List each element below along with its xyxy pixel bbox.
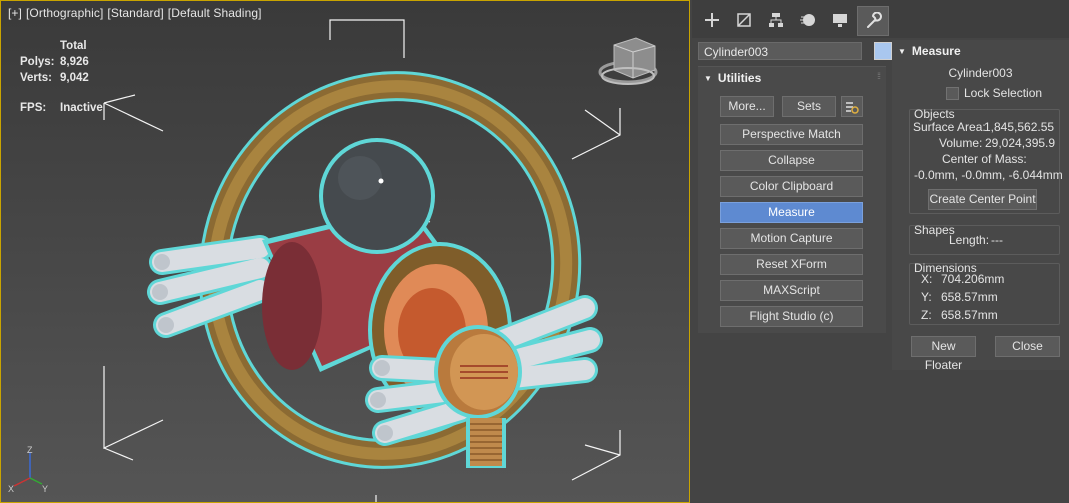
utility-button-flight-studio-c[interactable]: Flight Studio (c)	[720, 306, 863, 327]
display-icon	[833, 14, 847, 27]
stats-header: Total	[60, 40, 87, 52]
polys-value: 8,926	[60, 56, 89, 68]
motion-icon	[800, 14, 815, 26]
utility-button-measure[interactable]: Measure	[720, 202, 863, 223]
utilities-tab[interactable]	[857, 6, 889, 36]
object-color-swatch[interactable]	[874, 42, 892, 60]
utility-button-collapse[interactable]: Collapse	[720, 150, 863, 171]
viewport-menu-plus[interactable]: [+]	[8, 6, 22, 20]
modify-tab[interactable]	[729, 6, 759, 34]
fps-value: Inactive	[60, 102, 103, 114]
dim-x-value: 704.206mm	[941, 272, 1005, 286]
axis-x-label: X	[8, 484, 15, 494]
spring-coil	[466, 418, 506, 468]
utilities-title: Utilities	[717, 71, 762, 85]
length-value: ---	[991, 233, 1003, 247]
measure-rollout: ▼ Measure Cylinder003 Lock Selection Obje…	[892, 40, 1069, 372]
axis-z-label: Z	[27, 445, 33, 455]
collapse-arrow-icon: ▼	[898, 47, 906, 56]
left-tubes	[147, 235, 273, 338]
utility-button-motion-capture[interactable]: Motion Capture	[720, 228, 863, 249]
hierarchy-icon	[769, 13, 783, 27]
modify-icon	[737, 13, 751, 27]
lock-selection-checkbox[interactable]	[946, 86, 959, 100]
create-center-point-button[interactable]: Create Center Point	[928, 189, 1037, 210]
fps-readout: FPS: Inactive	[20, 102, 103, 114]
length-label: Length:	[949, 233, 990, 247]
utility-button-reset-xform[interactable]: Reset XForm	[720, 254, 863, 275]
measure-title: Measure	[911, 44, 961, 58]
wrench-icon	[867, 12, 882, 28]
plus-icon	[705, 13, 719, 27]
utilities-rollout: ▼ Utilities ⁞⁞ More... Sets Perspective M…	[698, 66, 886, 333]
viewport-standard-label[interactable]: [Standard]	[107, 6, 163, 20]
axis-tripod-icon	[13, 452, 43, 487]
configure-button-sets-icon[interactable]	[841, 96, 863, 117]
more-button[interactable]: More...	[720, 96, 774, 117]
viewport-orthographic[interactable]: [+] [Orthographic] [Standard] [Default Shad…	[0, 0, 690, 503]
motion-tab[interactable]	[793, 6, 823, 34]
viewcube-icon[interactable]	[598, 37, 658, 85]
utility-button-perspective-match[interactable]: Perspective Match	[720, 124, 863, 145]
fps-label: FPS:	[20, 102, 47, 114]
center-of-mass-value: -0.0mm, -0.0mm, -6.044mm	[914, 168, 1063, 182]
sphere-mesh	[319, 138, 435, 254]
configure-sets-icon	[846, 102, 859, 114]
verts-value: 9,042	[60, 72, 89, 84]
rollout-grip-icon[interactable]: ⁞⁞	[877, 71, 881, 81]
lock-selection-label: Lock Selection	[964, 86, 1043, 100]
scene-3d-render	[13, 19, 658, 503]
volume-value: 29,024,395.9	[985, 136, 1056, 150]
polys-label: Polys:	[20, 56, 55, 68]
measured-object-name: Cylinder003	[948, 66, 1013, 80]
front-disc	[434, 325, 522, 419]
axis-y-label: Y	[42, 484, 49, 494]
new-floater-button[interactable]: New Floater	[911, 336, 976, 372]
dim-z-label: Z:	[921, 308, 932, 322]
object-name-field[interactable]: Cylinder003	[698, 42, 862, 60]
command-panel-tabs	[692, 0, 1069, 38]
dim-z-value: 658.57mm	[941, 308, 998, 322]
hierarchy-tab[interactable]	[761, 6, 791, 34]
command-panel: Cylinder003 ▼ Utilities ⁞⁞ More... Sets P…	[692, 0, 1069, 503]
utility-button-maxscript[interactable]: MAXScript	[720, 280, 863, 301]
close-button[interactable]: Close	[995, 336, 1060, 357]
surface-area-label: Surface Area:	[913, 120, 986, 134]
measure-rollout-header[interactable]: ▼ Measure	[898, 44, 961, 58]
utility-button-color-clipboard[interactable]: Color Clipboard	[720, 176, 863, 197]
verts-label: Verts:	[20, 72, 52, 84]
center-of-mass-label: Center of Mass:	[942, 152, 1027, 166]
dim-x-label: X:	[921, 272, 933, 286]
utilities-rollout-header[interactable]: ▼ Utilities	[704, 71, 761, 85]
viewport-label[interactable]: [+] [Orthographic] [Standard] [Default Shad…	[8, 6, 266, 20]
objects-group-title: Objects	[914, 107, 955, 121]
viewport-shading-label[interactable]: [Default Shading]	[168, 6, 262, 20]
lock-selection-row[interactable]: Lock Selection	[946, 86, 1042, 100]
display-tab[interactable]	[825, 6, 855, 34]
dim-y-value: 658.57mm	[941, 290, 998, 304]
viewport-statistics: Total Polys: 8,926 Verts: 9,042	[20, 38, 89, 86]
dim-y-label: Y:	[921, 290, 932, 304]
surface-area-value: 1,845,562.55	[984, 120, 1055, 134]
sets-button[interactable]: Sets	[782, 96, 836, 117]
viewport-pov-label[interactable]: [Orthographic]	[26, 6, 103, 20]
collapse-arrow-icon: ▼	[704, 74, 712, 83]
create-tab[interactable]	[697, 6, 727, 34]
volume-label: Volume:	[939, 136, 983, 150]
